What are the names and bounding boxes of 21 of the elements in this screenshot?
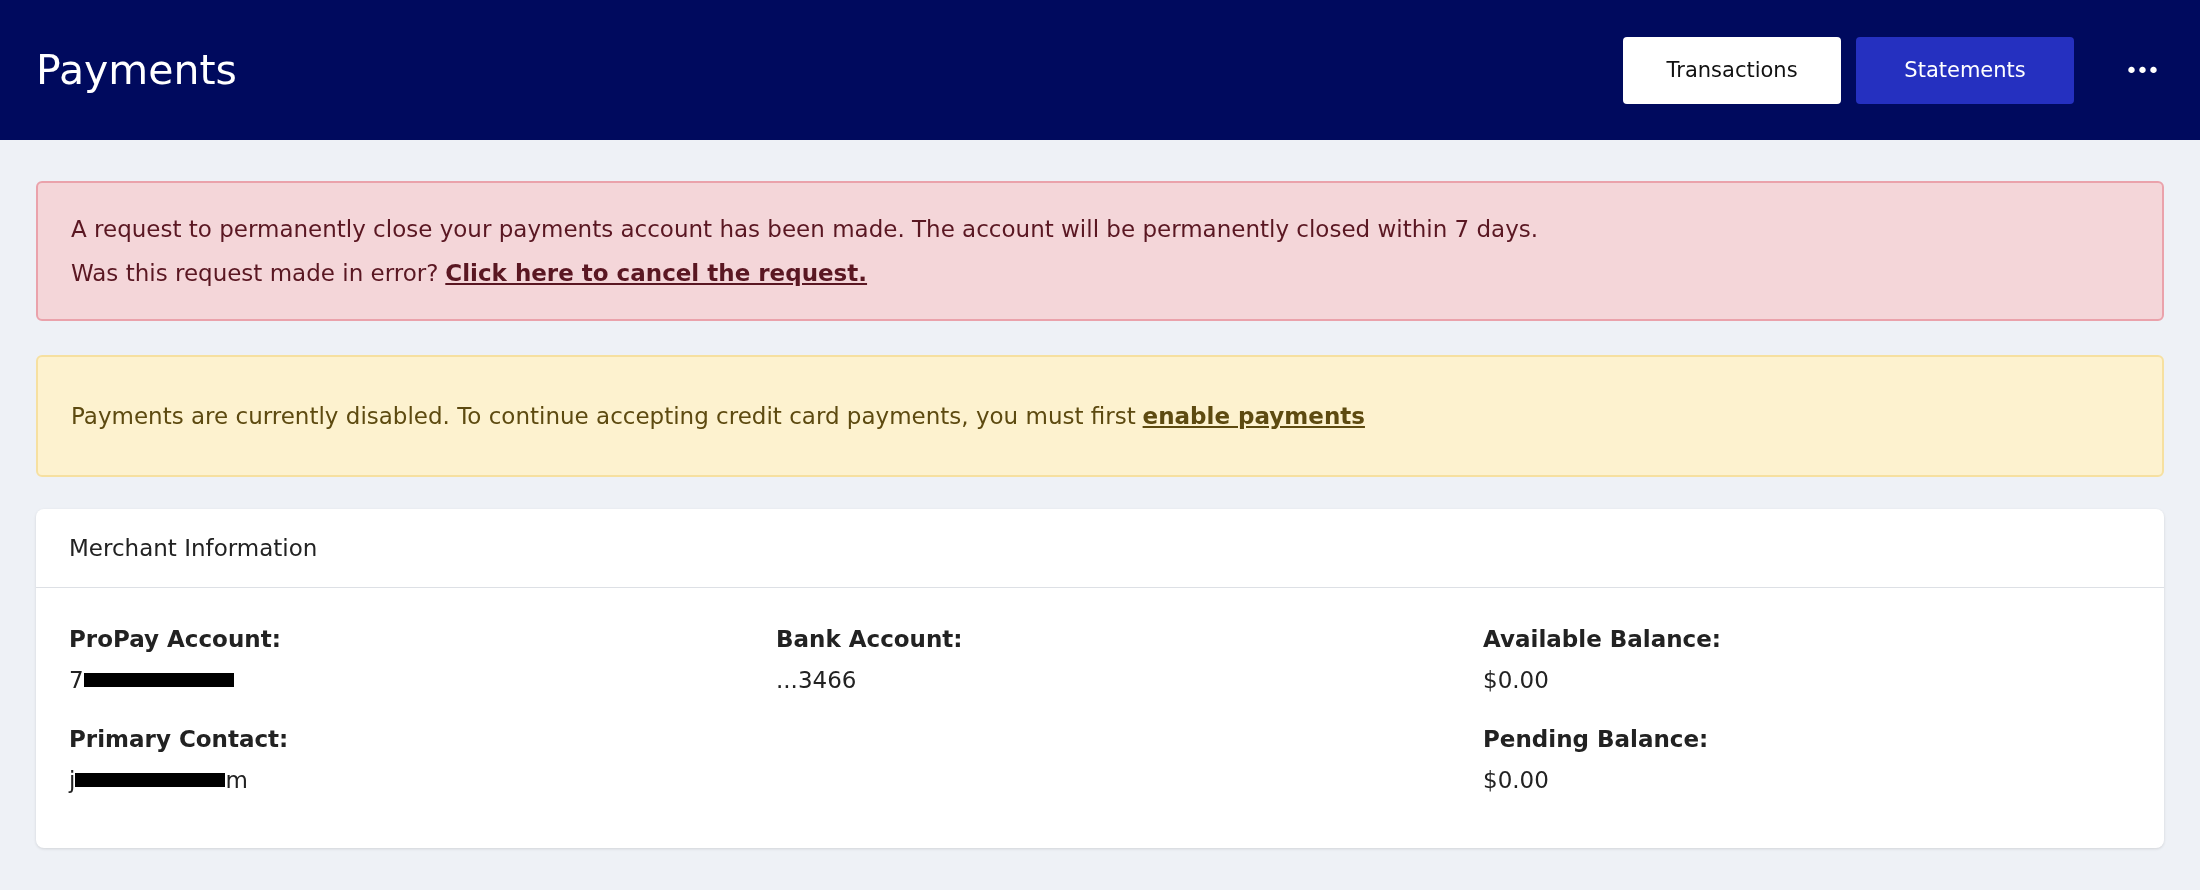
field-label: ProPay Account: bbox=[69, 625, 282, 654]
card-title: Merchant Information bbox=[69, 535, 318, 561]
alert-link[interactable]: Click here to cancel the request. bbox=[445, 260, 868, 286]
field-label: Bank Account: bbox=[776, 625, 964, 654]
alert-text: Payments are currently disabled. To continue accepting credit card payments, you must first bbox=[71, 403, 1136, 429]
field-value: j bbox=[69, 766, 76, 795]
page-title: Payments bbox=[36, 46, 237, 94]
field-value: 7 bbox=[69, 666, 84, 695]
more-menu-button[interactable]: ••• bbox=[2119, 56, 2164, 84]
field-value: $0.00 bbox=[1483, 766, 1549, 795]
alert-text: A request to permanently close your payments account has been made. The account will be permanently closed within 7 days. bbox=[71, 216, 1539, 242]
field-label: Primary Contact: bbox=[69, 725, 290, 754]
statements-button[interactable]: Statements bbox=[1856, 36, 2075, 104]
alert-text: Was this request made in error? bbox=[71, 260, 439, 286]
alert-link[interactable]: enable payments bbox=[1142, 403, 1365, 429]
field-label: Available Balance: bbox=[1483, 625, 1722, 654]
field-label: Pending Balance: bbox=[1483, 725, 1710, 754]
field-value: ...3466 bbox=[776, 666, 857, 695]
field-value: m bbox=[225, 766, 248, 795]
field-value: $0.00 bbox=[1483, 666, 1549, 695]
transactions-button[interactable]: Transactions bbox=[1623, 36, 1842, 104]
